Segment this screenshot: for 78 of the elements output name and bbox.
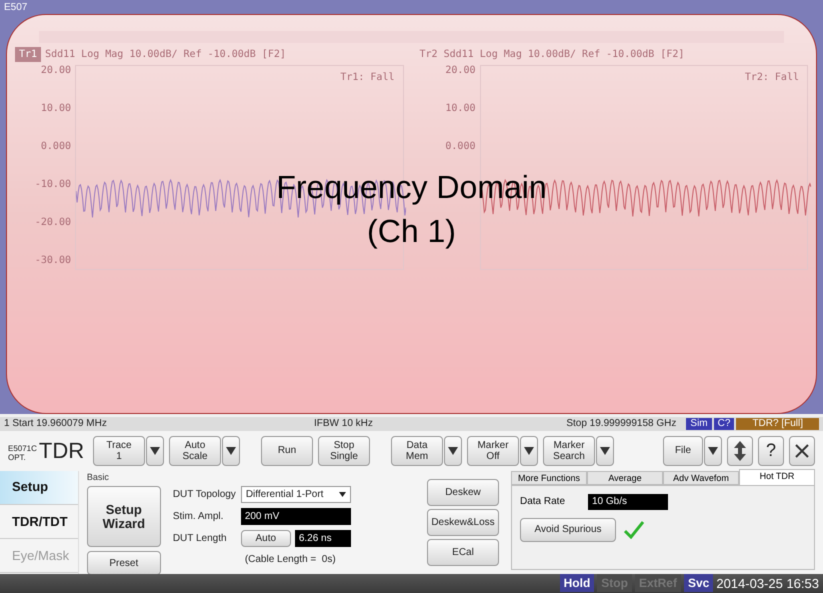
trace-header: Tr2 Sdd11 Log Mag 10.00dB/ Ref -10.00dB [F2] xyxy=(420,48,684,62)
status-badge: TDR? [Full] xyxy=(736,418,819,430)
close-button[interactable] xyxy=(789,436,815,466)
start-frequency: 1 Start 19.960079 MHz xyxy=(4,417,108,432)
topology-dropdown[interactable]: Differential 1-Port xyxy=(240,486,351,503)
logo-text: TDR xyxy=(38,440,84,462)
dropdown-button[interactable] xyxy=(444,436,462,466)
toolbar-button[interactable]: Data Mem xyxy=(391,436,443,466)
field-label: DUT Topology xyxy=(172,488,237,502)
up-down-arrow-icon xyxy=(734,440,746,461)
model-label: E5071C xyxy=(8,444,37,453)
function-tab[interactable]: Hot TDR xyxy=(739,468,815,484)
up-down-button[interactable] xyxy=(727,436,753,466)
axis-label: 20.00 xyxy=(445,65,476,77)
axis-label: 0.000 xyxy=(445,141,476,153)
toolbar-button[interactable]: Run xyxy=(261,436,313,466)
side-tab[interactable]: TDR/TDT xyxy=(0,504,78,540)
close-icon xyxy=(795,444,809,458)
side-tab[interactable]: Setup xyxy=(0,470,78,505)
help-button[interactable]: ? xyxy=(758,436,784,466)
toolbar-button[interactable]: Auto Scale xyxy=(169,436,221,466)
trace-label: Tr2: Fall xyxy=(744,71,799,85)
dropdown-button[interactable] xyxy=(596,436,614,466)
overlay-title: Frequency Domain xyxy=(276,168,547,207)
stim-ampl-field[interactable]: 200 mV xyxy=(240,508,351,525)
axis-label: 10.00 xyxy=(40,103,71,115)
caret-icon xyxy=(150,446,160,456)
dropdown-button[interactable] xyxy=(146,436,164,466)
cable-length-text: (Cable Length = 0s) xyxy=(244,553,337,567)
file-button[interactable]: File xyxy=(663,436,703,466)
caret-icon xyxy=(524,446,534,456)
axis-label: 20.00 xyxy=(40,65,71,77)
function-tab[interactable]: Adv Wavefom xyxy=(663,470,739,484)
trace-header: Sdd11 Log Mag 10.00dB/ Ref -10.00dB [F2] xyxy=(45,48,286,62)
status-indicator: Svc xyxy=(684,574,714,592)
axis-label: -10.00 xyxy=(34,179,71,191)
dut-length-field[interactable]: 6.26 ns xyxy=(294,530,351,547)
function-tab[interactable]: More Functions xyxy=(511,470,587,484)
status-indicator: Hold xyxy=(560,574,594,592)
trace-label: Tr1: Fall xyxy=(340,71,394,85)
dropdown-button[interactable] xyxy=(222,436,240,466)
data-rate-field[interactable]: 10 Gb/s xyxy=(588,494,668,510)
caret-icon xyxy=(226,446,236,456)
function-tab[interactable]: Average xyxy=(587,470,663,484)
option-label: OPT. xyxy=(8,452,27,462)
stop-frequency: Stop 19.999999158 GHz xyxy=(566,417,676,432)
auto-button[interactable]: Auto xyxy=(240,530,291,547)
status-badge: Sim xyxy=(686,418,712,430)
calibration-button[interactable]: Deskew xyxy=(427,478,499,506)
trace-tag: Tr1 xyxy=(15,46,42,62)
dropdown-button[interactable] xyxy=(520,436,538,466)
setup-wizard-button[interactable]: Setup Wizard xyxy=(86,486,161,547)
date-time: 2014-03-25 16:53 xyxy=(716,574,819,592)
avoid-spurious-button[interactable]: Avoid Spurious xyxy=(520,518,616,542)
status-badge: C? xyxy=(714,418,734,430)
toolbar-button[interactable]: Marker Search xyxy=(543,436,595,466)
axis-label: 10.00 xyxy=(445,103,476,115)
axis-label: -20.00 xyxy=(34,217,71,229)
caret-icon xyxy=(708,446,718,456)
axis-label: -30.00 xyxy=(34,255,71,267)
field-label: DUT Length xyxy=(172,532,228,546)
group-title: Basic xyxy=(86,470,110,484)
overlay-subtitle: (Ch 1) xyxy=(367,212,456,251)
axis-label: 0.000 xyxy=(40,141,71,153)
caret-icon xyxy=(600,446,610,456)
calibration-button[interactable]: Deskew&Loss xyxy=(427,508,499,536)
field-label: Stim. Ampl. xyxy=(172,510,224,524)
ifbw-label: IFBW 10 kHz xyxy=(314,417,374,432)
toolbar-button[interactable]: Marker Off xyxy=(467,436,519,466)
toolbar-button[interactable]: Trace 1 xyxy=(93,436,145,466)
dropdown-button[interactable] xyxy=(704,436,722,466)
caret-icon xyxy=(338,492,346,497)
toolbar-button[interactable]: Stop Single xyxy=(318,436,370,466)
caret-icon xyxy=(448,446,458,456)
window-title: E507 xyxy=(4,2,28,13)
preset-button[interactable]: Preset xyxy=(86,551,161,575)
field-label: Data Rate xyxy=(520,495,566,509)
calibration-button[interactable]: ECal xyxy=(427,538,499,566)
